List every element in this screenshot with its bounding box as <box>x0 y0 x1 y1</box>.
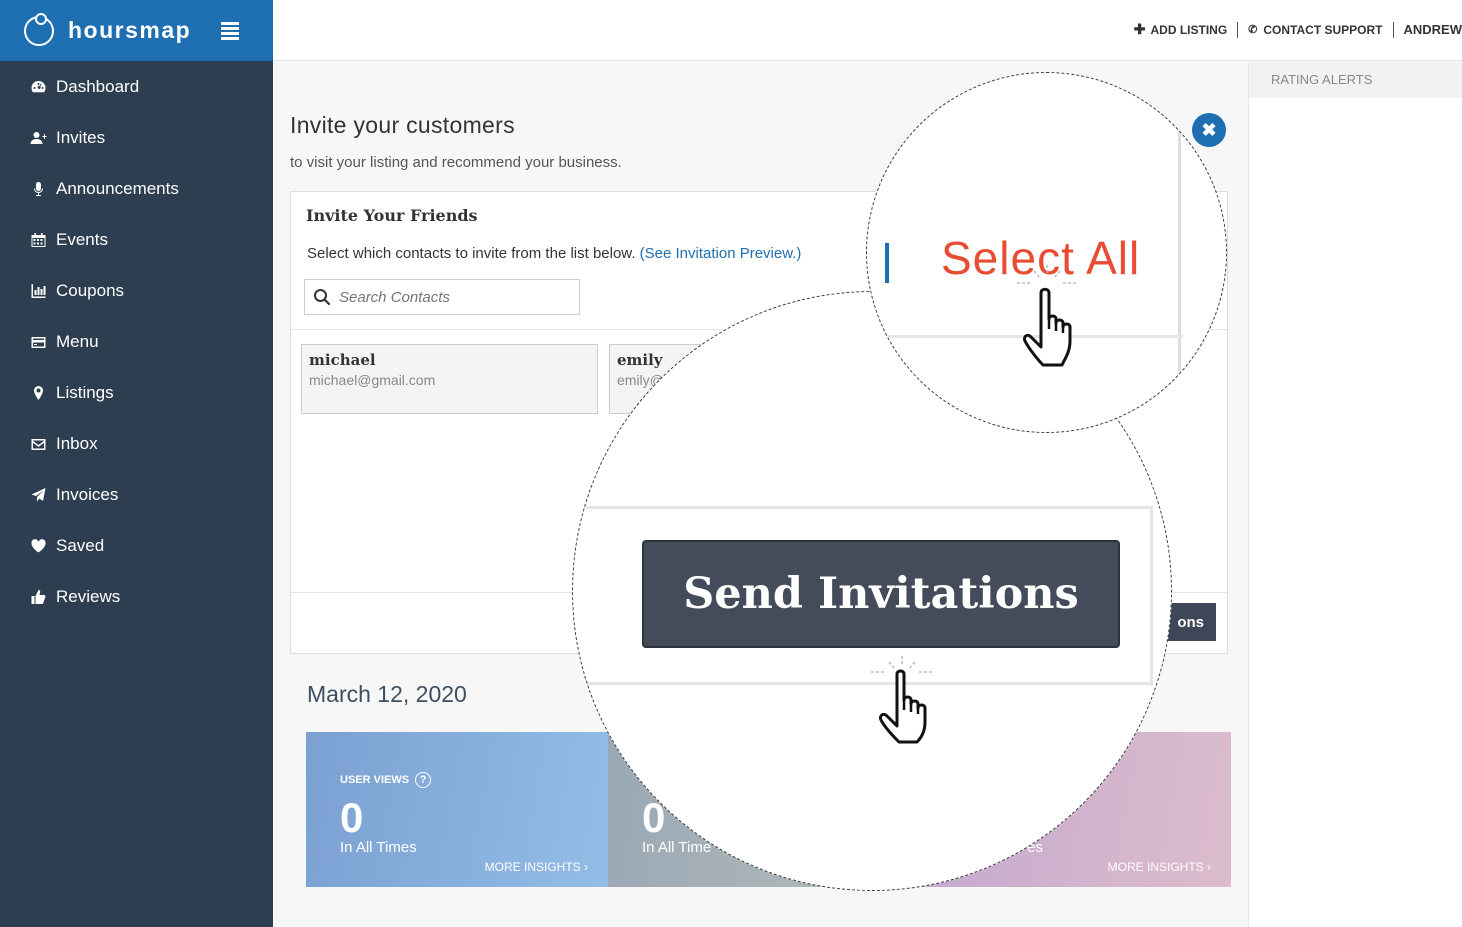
sidebar-item-label: Events <box>56 229 108 249</box>
card-title: Invite Your Friends <box>306 206 478 225</box>
stat-user-views: USER VIEWS ? 0 In All Times MORE INSIGHT… <box>306 732 608 887</box>
microphone-icon <box>28 181 48 197</box>
invitation-preview-link[interactable]: (See Invitation Preview.) <box>640 245 802 262</box>
logo-icon <box>24 12 54 46</box>
sidebar-item-label: Dashboard <box>56 76 140 96</box>
sidebar-item-label: Reviews <box>56 586 121 606</box>
sidebar-item-label: Inbox <box>56 433 98 453</box>
help-icon[interactable]: ? <box>415 772 432 788</box>
sidebar-item-coupons[interactable]: Coupons <box>0 265 273 316</box>
sidebar-item-listings[interactable]: Listings <box>0 367 273 418</box>
rating-alerts-panel: RATING ALERTS <box>1248 62 1462 927</box>
brand-name: hoursmap <box>68 17 192 43</box>
user-plus-icon <box>28 130 48 146</box>
close-button[interactable]: ✖ <box>1192 113 1226 147</box>
sidebar-item-announcements[interactable]: Announcements <box>0 163 273 214</box>
sidebar-item-dashboard[interactable]: Dashboard <box>0 61 273 112</box>
contact-email: michael@gmail.com <box>309 372 436 388</box>
heart-icon <box>28 538 48 554</box>
contact-support-label: CONTACT SUPPORT <box>1263 22 1383 37</box>
top-bar: ✚ ADD LISTING ✆ CONTACT SUPPORT ANDREW <box>273 0 1462 61</box>
divider <box>573 506 1153 509</box>
hand-pointer-icon <box>1013 263 1093 371</box>
sidebar-item-label: Invoices <box>56 484 119 504</box>
divider <box>1150 506 1153 686</box>
stat-label-text: USER VIEWS <box>340 774 410 786</box>
more-insights-link[interactable]: MORE INSIGHTS › <box>485 860 588 874</box>
sidebar-item-label: Listings <box>56 382 114 402</box>
add-listing-link[interactable]: ✚ ADD LISTING <box>1124 21 1237 38</box>
envelope-icon <box>28 436 48 452</box>
contact-card[interactable]: michael michael@gmail.com <box>301 344 598 414</box>
user-name: ANDREW <box>1403 22 1462 37</box>
sidebar-item-saved[interactable]: Saved <box>0 520 273 571</box>
date-heading: March 12, 2020 <box>307 681 467 707</box>
search-input[interactable] <box>339 288 569 306</box>
phone-icon: ✆ <box>1248 24 1258 36</box>
divider <box>885 243 889 283</box>
stat-label: USER VIEWS ? <box>340 772 432 788</box>
rating-alerts-title: RATING ALERTS <box>1249 62 1462 98</box>
stat-caption: In All Time <box>642 839 712 856</box>
sidebar-item-label: Menu <box>56 331 99 351</box>
sidebar-item-events[interactable]: Events <box>0 214 273 265</box>
zoom-bubble-select-all: Select All <box>866 72 1227 433</box>
credit-card-icon <box>28 334 48 350</box>
calendar-icon <box>28 232 48 248</box>
sidebar-nav: Dashboard Invites Announcements Events C… <box>0 61 273 622</box>
invite-instruction: Select which contacts to invite from the… <box>307 245 801 262</box>
divider <box>573 682 1153 685</box>
sidebar-item-label: Coupons <box>56 280 125 300</box>
sidebar-item-reviews[interactable]: Reviews <box>0 571 273 622</box>
stat-value: 0 <box>340 794 364 841</box>
search-icon <box>314 289 331 306</box>
plus-icon: ✚ <box>1133 21 1146 37</box>
sidebar: hoursmap Dashboard Invites Announcements… <box>0 0 273 927</box>
thumbs-up-icon <box>28 589 48 605</box>
top-links: ✚ ADD LISTING ✆ CONTACT SUPPORT ANDREW <box>1124 21 1462 38</box>
sidebar-item-menu[interactable]: Menu <box>0 316 273 367</box>
sidebar-item-invoices[interactable]: Invoices <box>0 469 273 520</box>
page-title: Invite your customers <box>290 112 515 138</box>
map-marker-icon <box>28 385 48 401</box>
user-menu[interactable]: ANDREW <box>1394 22 1462 37</box>
sidebar-item-invites[interactable]: Invites <box>0 112 273 163</box>
dashboard-icon <box>28 79 48 95</box>
sidebar-item-inbox[interactable]: Inbox <box>0 418 273 469</box>
more-insights-link[interactable]: MORE INSIGHTS › <box>1108 860 1211 874</box>
logo-bar: hoursmap <box>0 0 273 61</box>
contact-support-link[interactable]: ✆ CONTACT SUPPORT <box>1238 23 1392 37</box>
add-listing-label: ADD LISTING <box>1150 22 1228 37</box>
search-contacts-box <box>304 279 580 315</box>
sidebar-item-label: Saved <box>56 535 105 555</box>
contact-name: michael <box>309 351 376 369</box>
hand-pointer-icon <box>869 654 949 746</box>
bar-chart-icon <box>28 283 48 299</box>
sidebar-item-label: Announcements <box>56 178 179 198</box>
sidebar-item-label: Invites <box>56 127 106 147</box>
instruction-text: Select which contacts to invite from the… <box>307 245 636 262</box>
page-subtitle: to visit your listing and recommend your… <box>290 154 622 171</box>
menu-toggle-icon[interactable] <box>221 20 240 42</box>
paper-plane-icon <box>28 487 48 503</box>
send-invitations-button-zoomed[interactable]: Send Invitations <box>642 540 1120 648</box>
stat-caption: In All Times <box>340 839 417 856</box>
close-icon: ✖ <box>1201 119 1217 140</box>
